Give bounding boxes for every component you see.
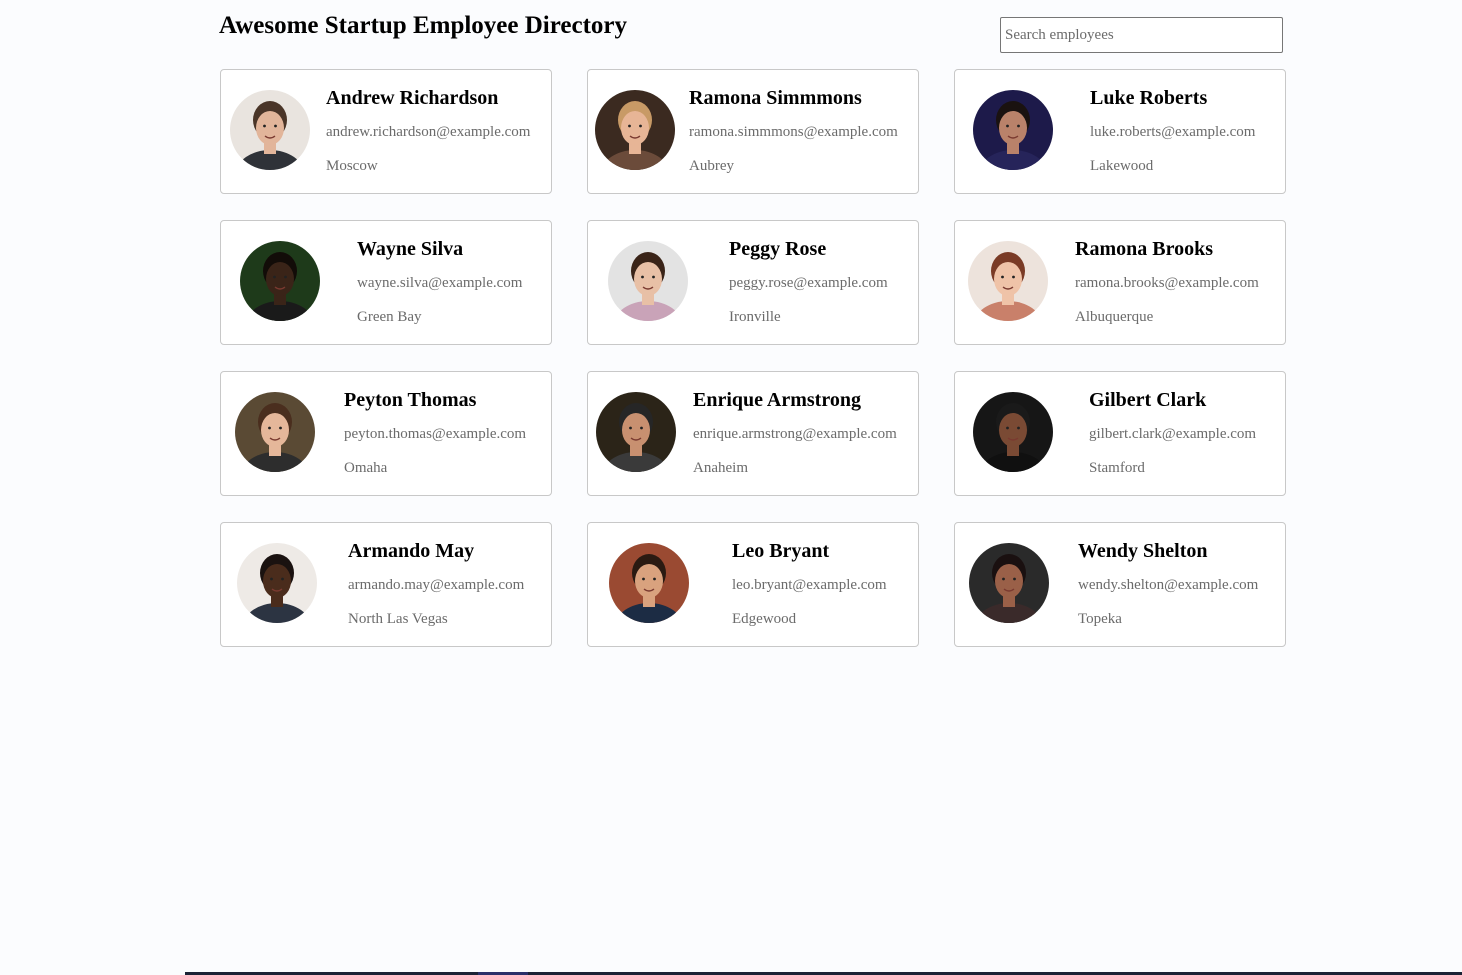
employee-info: Peyton Thomas peyton.thomas@example.com …	[344, 388, 526, 477]
employee-email: wendy.shelton@example.com	[1078, 577, 1259, 593]
portrait-photo	[969, 543, 1049, 623]
employee-name: Armando May	[348, 540, 475, 562]
employee-info: Luke Roberts luke.roberts@example.com La…	[1090, 86, 1255, 175]
avatar	[973, 90, 1053, 170]
employee-card[interactable]: Ramona Simmmons ramona.simmmons@example.…	[587, 69, 919, 194]
employee-card[interactable]: Gilbert Clark gilbert.clark@example.com …	[954, 371, 1286, 496]
employee-info: Andrew Richardson andrew.richardson@exam…	[326, 86, 530, 175]
employee-info: Wendy Shelton wendy.shelton@example.com …	[1078, 539, 1258, 628]
employee-email: luke.roberts@example.com	[1090, 124, 1256, 140]
portrait-photo	[596, 392, 676, 472]
employee-card[interactable]: Peggy Rose peggy.rose@example.com Ironvi…	[587, 220, 919, 345]
employee-card[interactable]: Peyton Thomas peyton.thomas@example.com …	[220, 371, 552, 496]
avatar	[237, 543, 317, 623]
avatar	[230, 90, 310, 170]
employee-location: Anaheim	[693, 460, 748, 476]
portrait-photo	[608, 241, 688, 321]
employee-info: Peggy Rose peggy.rose@example.com Ironvi…	[729, 237, 888, 326]
employee-location: Topeka	[1078, 611, 1122, 627]
portrait-photo	[968, 241, 1048, 321]
directory-page: Awesome Startup Employee Directory Andre…	[219, 0, 1286, 647]
avatar	[595, 90, 675, 170]
avatar	[973, 392, 1053, 472]
employee-location: North Las Vegas	[348, 611, 448, 627]
avatar	[596, 392, 676, 472]
portrait-photo	[973, 392, 1053, 472]
employee-info: Gilbert Clark gilbert.clark@example.com …	[1089, 388, 1256, 477]
employee-card[interactable]: Andrew Richardson andrew.richardson@exam…	[220, 69, 552, 194]
employee-location: Stamford	[1089, 460, 1145, 476]
employee-location: Edgewood	[732, 611, 797, 627]
employee-location: Aubrey	[689, 158, 734, 174]
portrait-photo	[230, 90, 310, 170]
employee-location: Lakewood	[1090, 158, 1154, 174]
page-title: Awesome Startup Employee Directory	[219, 12, 628, 39]
employee-email: peyton.thomas@example.com	[344, 426, 527, 442]
avatar	[235, 392, 315, 472]
portrait-photo	[595, 90, 675, 170]
header: Awesome Startup Employee Directory	[219, 0, 1286, 69]
employee-info: Enrique Armstrong enrique.armstrong@exam…	[693, 388, 897, 477]
employee-name: Ramona Brooks	[1075, 238, 1213, 260]
employee-card[interactable]: Ramona Brooks ramona.brooks@example.com …	[954, 220, 1286, 345]
avatar	[608, 241, 688, 321]
employee-location: Ironville	[729, 309, 781, 325]
employee-email: ramona.simmmons@example.com	[689, 124, 898, 140]
employee-card[interactable]: Enrique Armstrong enrique.armstrong@exam…	[587, 371, 919, 496]
employee-email: armando.may@example.com	[348, 577, 525, 593]
portrait-photo	[609, 543, 689, 623]
employee-name: Peggy Rose	[729, 238, 827, 260]
employee-card[interactable]: Wayne Silva wayne.silva@example.com Gree…	[220, 220, 552, 345]
avatar	[969, 543, 1049, 623]
employee-card[interactable]: Luke Roberts luke.roberts@example.com La…	[954, 69, 1286, 194]
employee-info: Armando May armando.may@example.com Nort…	[348, 539, 524, 628]
employee-location: Omaha	[344, 460, 388, 476]
employee-name: Enrique Armstrong	[693, 389, 861, 411]
avatar	[240, 241, 320, 321]
employee-card[interactable]: Wendy Shelton wendy.shelton@example.com …	[954, 522, 1286, 647]
employee-name: Andrew Richardson	[326, 87, 499, 109]
avatar	[609, 543, 689, 623]
employee-email: gilbert.clark@example.com	[1089, 426, 1257, 442]
search-input[interactable]	[1000, 17, 1283, 53]
employee-email: leo.bryant@example.com	[732, 577, 887, 593]
avatar	[968, 241, 1048, 321]
employee-info: Ramona Simmmons ramona.simmmons@example.…	[689, 86, 898, 175]
employee-info: Wayne Silva wayne.silva@example.com Gree…	[357, 237, 522, 326]
employee-info: Ramona Brooks ramona.brooks@example.com …	[1075, 237, 1259, 326]
employee-email: wayne.silva@example.com	[357, 275, 523, 291]
employee-email: enrique.armstrong@example.com	[693, 426, 897, 442]
employee-location: Albuquerque	[1075, 309, 1154, 325]
employee-location: Green Bay	[357, 309, 422, 325]
employee-name: Leo Bryant	[732, 540, 830, 562]
employee-info: Leo Bryant leo.bryant@example.com Edgewo…	[732, 539, 887, 628]
employee-name: Luke Roberts	[1090, 87, 1208, 109]
portrait-photo	[237, 543, 317, 623]
employee-name: Peyton Thomas	[344, 389, 477, 411]
employee-email: andrew.richardson@example.com	[326, 124, 531, 140]
employee-card[interactable]: Leo Bryant leo.bryant@example.com Edgewo…	[587, 522, 919, 647]
portrait-photo	[235, 392, 315, 472]
employee-name: Gilbert Clark	[1089, 389, 1207, 411]
portrait-photo	[240, 241, 320, 321]
employee-name: Wendy Shelton	[1078, 540, 1208, 562]
employee-location: Moscow	[326, 158, 378, 174]
employee-name: Ramona Simmmons	[689, 87, 862, 109]
employee-card[interactable]: Armando May armando.may@example.com Nort…	[220, 522, 552, 647]
employee-name: Wayne Silva	[357, 238, 464, 260]
portrait-photo	[973, 90, 1053, 170]
employee-email: ramona.brooks@example.com	[1075, 275, 1259, 291]
employee-email: peggy.rose@example.com	[729, 275, 888, 291]
